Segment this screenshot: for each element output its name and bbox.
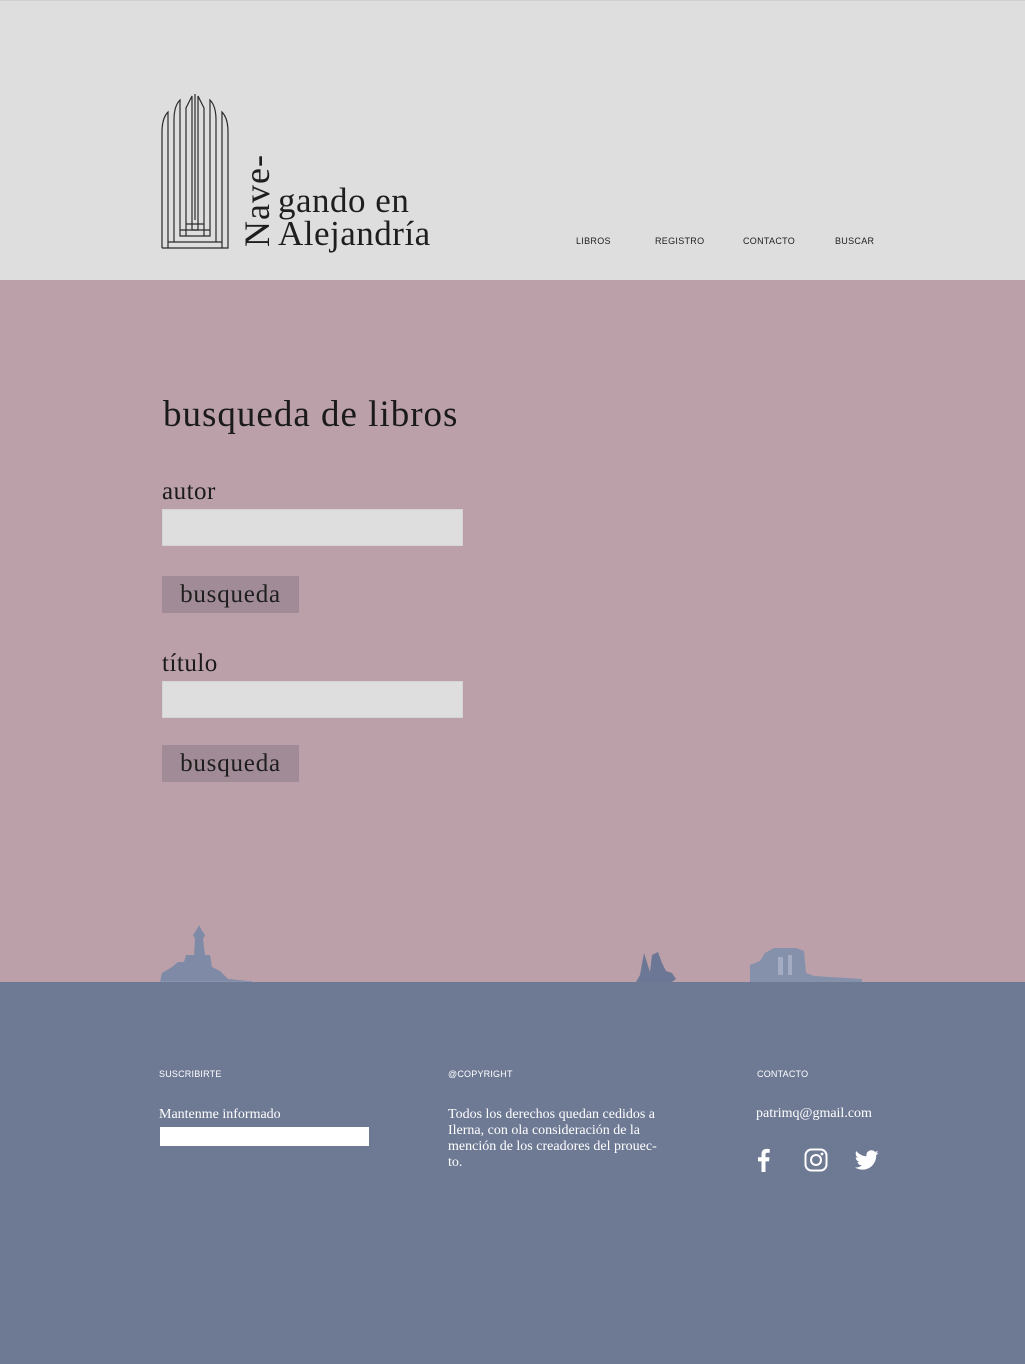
ruins-icon [750,948,862,982]
brand-line-2: Alejandría [278,214,431,253]
contact-heading: CONTACTO [757,1069,809,1079]
subscribe-input[interactable] [160,1127,369,1146]
instagram-icon[interactable] [804,1148,828,1172]
author-search-button[interactable]: busqueda [162,576,299,613]
brand-vertical-text: Nave- [237,154,277,247]
author-input[interactable] [162,509,463,546]
contact-email[interactable]: patrimq@gmail.com [756,1106,872,1122]
title-label: título [162,650,218,677]
lighthouse-icon [160,925,252,983]
nav-registro[interactable]: REGISTRO [655,236,704,246]
site-footer: SUSCRIBIRTE Mantenme informado @COPYRIGH… [0,982,1025,1364]
title-search-button[interactable]: busqueda [162,745,299,782]
copyright-heading: @COPYRIGHT [448,1069,513,1079]
copyright-line: to. [448,1155,463,1170]
copyright-line: Ilerna, con ola consideración de la [448,1123,641,1138]
title-input[interactable] [162,681,463,718]
coastline-illustration [160,925,862,983]
logo-icon [161,94,229,249]
author-label: autor [162,478,216,505]
copyright-line: mención de los creadores del prouec- [448,1139,657,1154]
nav-libros[interactable]: LIBROS [576,236,611,246]
nav-contacto[interactable]: CONTACTO [743,236,795,246]
page-title: busqueda de libros [163,394,459,435]
site-header: Nave- gando en Alejandría LIBROS REGISTR… [0,0,1025,280]
sailboat-icon [636,952,676,982]
subscribe-text: Mantenme informado [159,1107,281,1122]
nav-buscar[interactable]: BUSCAR [835,236,874,246]
copyright-text: Todos los derechos quedan cedidos a Iler… [448,1107,688,1171]
brand-line-1: gando en [278,181,410,220]
copyright-line: Todos los derechos quedan cedidos a [448,1107,656,1122]
subscribe-heading: SUSCRIBIRTE [159,1069,222,1079]
facebook-icon[interactable] [752,1148,776,1172]
twitter-icon[interactable] [855,1148,879,1172]
